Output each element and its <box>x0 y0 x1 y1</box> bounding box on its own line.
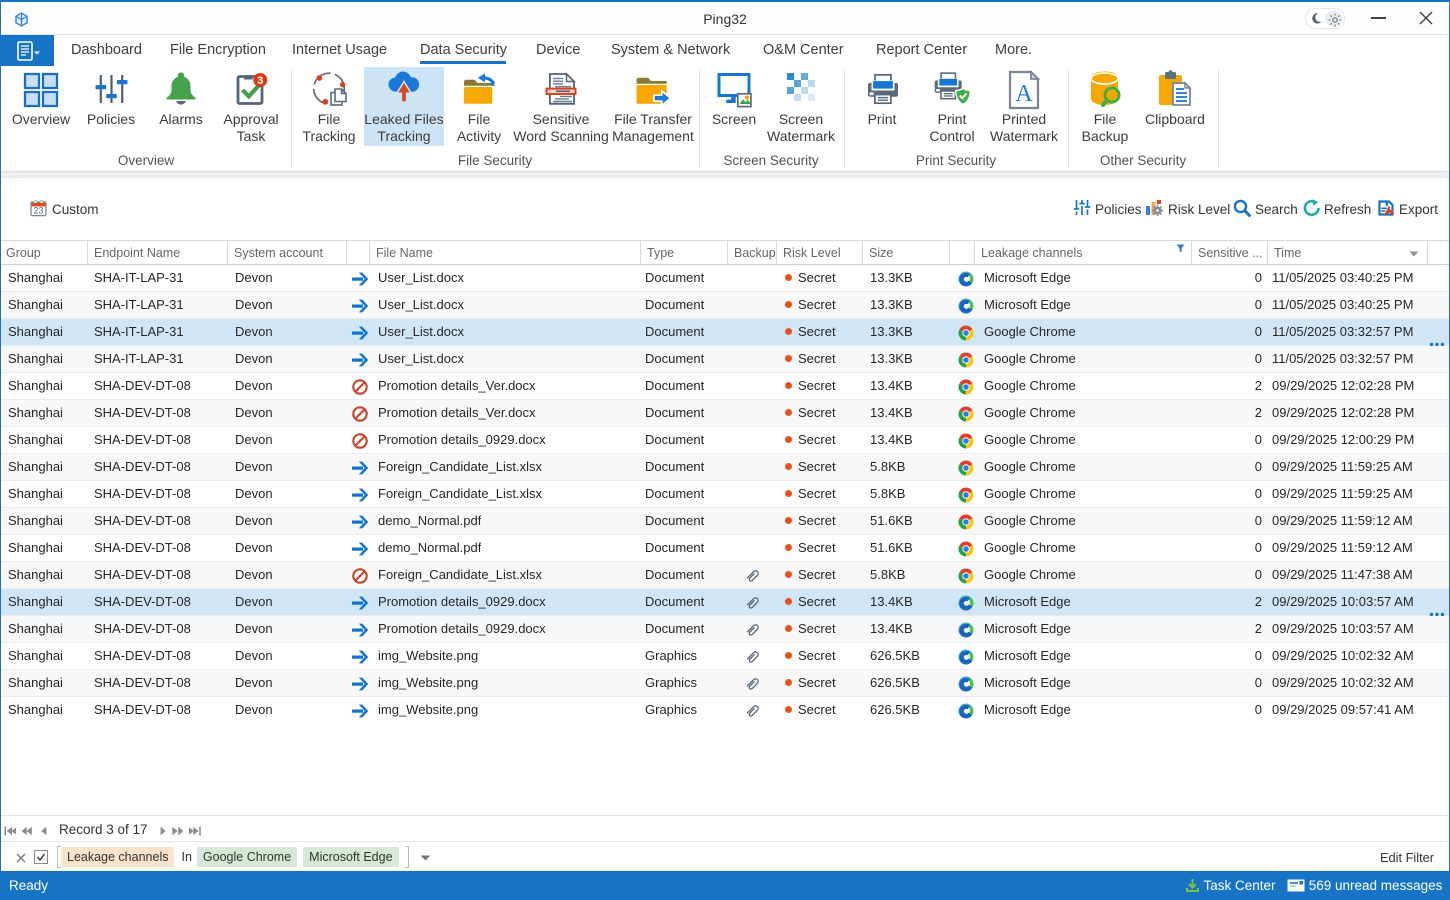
svg-text:A: A <box>1015 81 1033 107</box>
svg-text:3: 3 <box>257 75 263 87</box>
svg-text:23: 23 <box>34 206 44 216</box>
